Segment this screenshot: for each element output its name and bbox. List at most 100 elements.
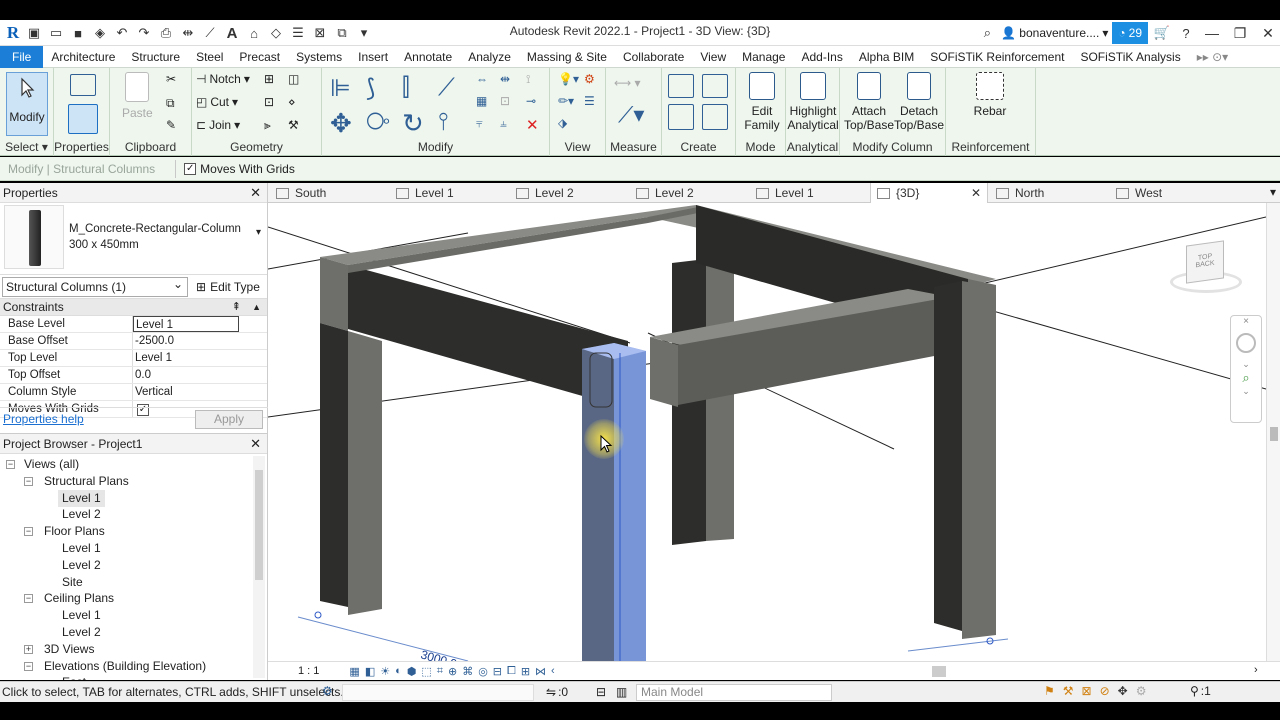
ribbon-tab-steel[interactable]: Steel xyxy=(188,46,231,68)
collapse-icon[interactable]: − xyxy=(24,594,33,604)
view-cube[interactable]: TOP BACK xyxy=(1168,237,1244,297)
property-row[interactable]: Base Offset -2500.0 xyxy=(0,333,267,350)
property-value[interactable]: Level 1 xyxy=(133,316,239,332)
view-tab[interactable]: South xyxy=(276,183,326,203)
copy-icon[interactable]: ⧉ xyxy=(166,96,175,111)
attach-top-base-button[interactable]: Attach Top/Base xyxy=(844,72,894,132)
ribbon-tab-alpha-bim[interactable]: Alpha BIM xyxy=(851,46,922,68)
split-face-icon[interactable]: ◫ xyxy=(288,72,299,86)
expand-icon[interactable]: + xyxy=(24,644,33,654)
editing-requests[interactable]: ⇋:0 xyxy=(546,685,568,699)
select-pinned-icon[interactable]: ⊠ xyxy=(1082,684,1092,698)
paint-bucket-icon[interactable]: ⬗ xyxy=(558,116,567,130)
ribbon-tab-add-ins[interactable]: Add-Ins xyxy=(793,46,850,68)
instance-filter-dropdown[interactable]: Structural Columns (1) xyxy=(2,275,188,297)
select-links-icon[interactable]: ⚑ xyxy=(1044,684,1055,698)
restore-button[interactable]: ❐ xyxy=(1228,25,1252,42)
analytical-model-icon[interactable]: ⧠ xyxy=(507,665,516,678)
scroll-right-icon[interactable]: › xyxy=(1254,664,1258,676)
viewport-h-scroll-thumb[interactable] xyxy=(932,666,946,677)
dimension-label[interactable]: 3000.0 xyxy=(419,647,458,661)
view-tab[interactable]: Level 1 xyxy=(756,183,814,203)
wall-joins-icon[interactable]: ⊞ xyxy=(264,72,274,86)
align-icon[interactable]: ⊫ xyxy=(330,74,351,103)
apply-button[interactable]: Apply xyxy=(195,410,263,429)
create-assembly-icon[interactable] xyxy=(668,74,694,98)
view-cube-face[interactable]: TOP BACK xyxy=(1186,240,1224,284)
measure-between-icon[interactable]: ⟷ ▾ xyxy=(614,76,641,90)
ribbon-tab-analyze[interactable]: Analyze xyxy=(460,46,519,68)
ribbon-tab-file[interactable]: File xyxy=(0,45,44,68)
sun-path-icon[interactable]: ☀ xyxy=(380,665,390,678)
moves-with-grids-checkbox[interactable]: ✓ xyxy=(184,162,197,175)
cut-geometry-button[interactable]: ◰ Cut ▾ xyxy=(196,95,238,109)
3d-view-icon[interactable]: ⌂ xyxy=(244,23,264,43)
ribbon-tab-view[interactable]: View xyxy=(692,46,734,68)
select-dropdown[interactable]: Select ▾ xyxy=(0,140,53,154)
background-process-icon[interactable]: ⚙ xyxy=(1136,684,1147,698)
view-tab[interactable]: {3D} ✕ xyxy=(870,183,988,203)
3d-viewport[interactable]: 3000.0 TOP BACK × ⌄ ⌕ ⌄ xyxy=(268,203,1266,661)
model-canvas[interactable]: 3000.0 xyxy=(268,203,1266,661)
select-underlay-icon[interactable]: ⚒ xyxy=(1063,684,1074,698)
ribbon-tab-systems[interactable]: Systems xyxy=(288,46,350,68)
scroll-up-icon[interactable]: ▲ xyxy=(252,299,261,316)
beam-join-icon[interactable]: ⫸ xyxy=(264,118,271,133)
browser-item[interactable]: Level 1 xyxy=(62,607,101,624)
save-icon[interactable]: ■ xyxy=(68,23,88,43)
browser-item[interactable]: Level 1 xyxy=(58,489,105,507)
rebar-button[interactable]: Rebar xyxy=(970,72,1010,118)
scale-label[interactable]: 1 : 1 xyxy=(298,665,319,677)
browser-item[interactable]: Site xyxy=(62,574,83,591)
property-row[interactable]: Top Level Level 1 xyxy=(0,350,267,367)
rotate-icon[interactable]: ↻ xyxy=(402,108,424,139)
viewport-scroll-thumb[interactable] xyxy=(1270,427,1278,441)
property-value[interactable]: -2500.0 xyxy=(133,333,239,349)
browser-item[interactable]: Level 2 xyxy=(62,557,101,574)
design-options-icon[interactable]: ⊟ xyxy=(596,685,606,699)
split-gap-icon[interactable]: ⇹ xyxy=(500,72,510,86)
extend-icon[interactable]: ⫨ xyxy=(500,116,507,131)
render-icon[interactable]: ⬢ xyxy=(407,665,417,678)
delete-icon[interactable]: ✕ xyxy=(526,116,539,134)
ribbon-tab-annotate[interactable]: Annotate xyxy=(396,46,460,68)
close-icon[interactable]: ✕ xyxy=(250,434,261,454)
constraints-group[interactable]: Constraints ⇞ ▲ xyxy=(0,299,267,316)
browser-scrollbar[interactable] xyxy=(253,456,265,678)
view-tab[interactable]: Level 2 xyxy=(636,183,694,203)
redo-icon[interactable]: ↷ xyxy=(134,23,154,43)
detach-top-base-button[interactable]: Detach Top/Base xyxy=(894,72,944,132)
demolish-icon[interactable]: ⋄ xyxy=(288,95,296,109)
create-similar-icon[interactable] xyxy=(702,104,728,130)
collapse-icon[interactable]: − xyxy=(24,527,33,537)
browser-item[interactable]: 3D Views xyxy=(44,641,94,658)
moves-with-grids-option[interactable]: ✓ Moves With Grids xyxy=(184,162,295,176)
scale-icon[interactable]: ⊡ xyxy=(500,94,510,108)
zoom-icon[interactable]: ⌕ xyxy=(1231,370,1261,386)
browser-item[interactable]: Floor Plans xyxy=(44,523,105,540)
join-button[interactable]: ⊏ Join ▾ xyxy=(196,118,240,132)
browser-scroll-thumb[interactable] xyxy=(255,470,263,580)
active-model-dropdown[interactable]: Main Model xyxy=(636,684,832,701)
undo-icon[interactable]: ↶ xyxy=(112,23,132,43)
ribbon-tab-collaborate[interactable]: Collaborate xyxy=(615,46,692,68)
ribbon-tab-insert[interactable]: Insert xyxy=(350,46,396,68)
ribbon-tab-sofistik-analysis[interactable]: SOFiSTiK Analysis xyxy=(1072,46,1188,68)
property-row[interactable]: Base Level Level 1 xyxy=(0,316,267,333)
type-selector[interactable]: M_Concrete-Rectangular-Column 300 x 450m… xyxy=(0,203,267,275)
sync-icon[interactable]: ◈ xyxy=(90,23,110,43)
search-icon[interactable]: ⌕ xyxy=(977,23,997,43)
property-value[interactable]: Level 1 xyxy=(133,350,239,366)
highlight-displacement-icon[interactable]: ⊞ xyxy=(521,665,530,678)
browser-item[interactable]: Level 1 xyxy=(62,540,101,557)
browser-item[interactable]: Views (all) xyxy=(24,456,79,473)
pin-icon[interactable]: ⊸ xyxy=(526,94,536,108)
split-icon[interactable]: ⇔ xyxy=(476,72,488,86)
thin-icon[interactable]: ☰ xyxy=(584,94,595,108)
match-icon[interactable]: ✎ xyxy=(166,118,176,132)
ribbon-tab-massing-site[interactable]: Massing & Site xyxy=(519,46,615,68)
create-parts-icon[interactable] xyxy=(702,74,728,98)
steering-wheel-icon[interactable] xyxy=(1236,333,1256,353)
drag-on-select-icon[interactable]: ✥ xyxy=(1118,684,1128,698)
offset-icon[interactable]: ⟆ xyxy=(366,74,375,103)
